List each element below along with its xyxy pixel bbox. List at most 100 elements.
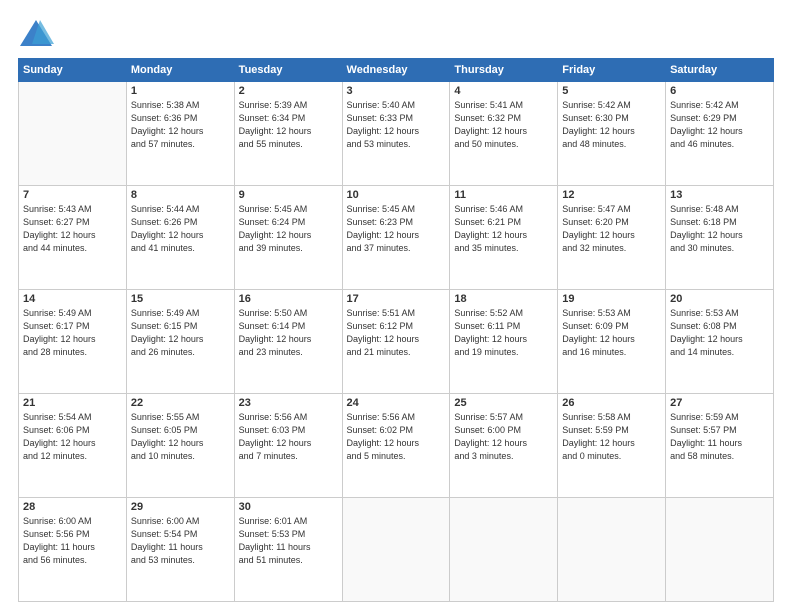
calendar-cell: 24Sunrise: 5:56 AM Sunset: 6:02 PM Dayli… — [342, 394, 450, 498]
calendar-week-row: 14Sunrise: 5:49 AM Sunset: 6:17 PM Dayli… — [19, 290, 774, 394]
day-info: Sunrise: 5:56 AM Sunset: 6:03 PM Dayligh… — [239, 411, 338, 463]
calendar-cell — [19, 82, 127, 186]
day-info: Sunrise: 5:39 AM Sunset: 6:34 PM Dayligh… — [239, 99, 338, 151]
calendar-cell: 28 Sunrise: 6:00 AM Sunset: 5:56 PM Dayli… — [19, 498, 127, 602]
day-info: Sunrise: 5:59 AM Sunset: 5:57 PM Dayligh… — [670, 411, 769, 463]
day-number: 19 — [562, 293, 661, 305]
calendar-cell: 18Sunrise: 5:52 AM Sunset: 6:11 PM Dayli… — [450, 290, 558, 394]
calendar-cell: 21Sunrise: 5:54 AM Sunset: 6:06 PM Dayli… — [19, 394, 127, 498]
calendar-cell: 16 Sunrise: 5:50 AM Sunset: 6:14 PM Dayli… — [234, 290, 342, 394]
calendar-cell: 8 Sunrise: 5:44 AM Sunset: 6:26 PM Daylig… — [126, 186, 234, 290]
day-info: Sunrise: 6:00 AM Sunset: 5:54 PM Dayligh… — [131, 515, 230, 567]
day-info: Sunrise: 5:50 AM Sunset: 6:14 PM Dayligh… — [239, 307, 338, 359]
calendar-cell: 13Sunrise: 5:48 AM Sunset: 6:18 PM Dayli… — [666, 186, 774, 290]
day-info: Sunrise: 5:46 AM Sunset: 6:21 PM Dayligh… — [454, 203, 553, 255]
day-info: Sunrise: 5:41 AM Sunset: 6:32 PM Dayligh… — [454, 99, 553, 151]
day-info: Sunrise: 5:47 AM Sunset: 6:20 PM Dayligh… — [562, 203, 661, 255]
calendar-cell — [558, 498, 666, 602]
day-info: Sunrise: 5:44 AM Sunset: 6:26 PM Dayligh… — [131, 203, 230, 255]
weekday-header: Saturday — [666, 59, 774, 82]
calendar-cell: 10 Sunrise: 5:45 AM Sunset: 6:23 PM Dayli… — [342, 186, 450, 290]
calendar-cell: 4Sunrise: 5:41 AM Sunset: 6:32 PM Daylig… — [450, 82, 558, 186]
calendar-week-row: 21Sunrise: 5:54 AM Sunset: 6:06 PM Dayli… — [19, 394, 774, 498]
calendar-cell: 1Sunrise: 5:38 AM Sunset: 6:36 PM Daylig… — [126, 82, 234, 186]
weekday-header: Tuesday — [234, 59, 342, 82]
page: SundayMondayTuesdayWednesdayThursdayFrid… — [0, 0, 792, 612]
calendar-cell: 29 Sunrise: 6:00 AM Sunset: 5:54 PM Dayli… — [126, 498, 234, 602]
day-info: Sunrise: 5:45 AM Sunset: 6:23 PM Dayligh… — [347, 203, 446, 255]
day-info: Sunrise: 5:57 AM Sunset: 6:00 PM Dayligh… — [454, 411, 553, 463]
day-number: 27 — [670, 397, 769, 409]
day-info: Sunrise: 5:51 AM Sunset: 6:12 PM Dayligh… — [347, 307, 446, 359]
calendar-cell: 7Sunrise: 5:43 AM Sunset: 6:27 PM Daylig… — [19, 186, 127, 290]
day-info: Sunrise: 5:40 AM Sunset: 6:33 PM Dayligh… — [347, 99, 446, 151]
day-number: 8 — [131, 189, 230, 201]
day-info: Sunrise: 5:42 AM Sunset: 6:29 PM Dayligh… — [670, 99, 769, 151]
weekday-header: Wednesday — [342, 59, 450, 82]
day-info: Sunrise: 5:42 AM Sunset: 6:30 PM Dayligh… — [562, 99, 661, 151]
day-number: 1 — [131, 85, 230, 97]
logo — [18, 18, 58, 48]
calendar-cell: 27 Sunrise: 5:59 AM Sunset: 5:57 PM Dayli… — [666, 394, 774, 498]
day-number: 29 — [131, 501, 230, 513]
calendar-cell — [666, 498, 774, 602]
calendar-cell: 6 Sunrise: 5:42 AM Sunset: 6:29 PM Daylig… — [666, 82, 774, 186]
day-info: Sunrise: 6:01 AM Sunset: 5:53 PM Dayligh… — [239, 515, 338, 567]
day-number: 12 — [562, 189, 661, 201]
day-info: Sunrise: 5:43 AM Sunset: 6:27 PM Dayligh… — [23, 203, 122, 255]
calendar-week-row: 28 Sunrise: 6:00 AM Sunset: 5:56 PM Dayli… — [19, 498, 774, 602]
day-number: 22 — [131, 397, 230, 409]
day-number: 15 — [131, 293, 230, 305]
day-number: 16 — [239, 293, 338, 305]
calendar-cell: 11 Sunrise: 5:46 AM Sunset: 6:21 PM Dayli… — [450, 186, 558, 290]
calendar-cell: 12 Sunrise: 5:47 AM Sunset: 6:20 PM Dayli… — [558, 186, 666, 290]
day-number: 5 — [562, 85, 661, 97]
weekday-header: Monday — [126, 59, 234, 82]
calendar-cell: 30 Sunrise: 6:01 AM Sunset: 5:53 PM Dayli… — [234, 498, 342, 602]
day-info: Sunrise: 5:58 AM Sunset: 5:59 PM Dayligh… — [562, 411, 661, 463]
day-number: 20 — [670, 293, 769, 305]
calendar-week-row: 1Sunrise: 5:38 AM Sunset: 6:36 PM Daylig… — [19, 82, 774, 186]
calendar-cell: 9 Sunrise: 5:45 AM Sunset: 6:24 PM Daylig… — [234, 186, 342, 290]
day-number: 23 — [239, 397, 338, 409]
header — [18, 18, 774, 48]
day-info: Sunrise: 5:45 AM Sunset: 6:24 PM Dayligh… — [239, 203, 338, 255]
day-info: Sunrise: 5:52 AM Sunset: 6:11 PM Dayligh… — [454, 307, 553, 359]
calendar-cell — [342, 498, 450, 602]
day-number: 28 — [23, 501, 122, 513]
calendar-cell: 22 Sunrise: 5:55 AM Sunset: 6:05 PM Dayli… — [126, 394, 234, 498]
calendar-cell: 20 Sunrise: 5:53 AM Sunset: 6:08 PM Dayli… — [666, 290, 774, 394]
day-info: Sunrise: 5:53 AM Sunset: 6:08 PM Dayligh… — [670, 307, 769, 359]
calendar-header-row: SundayMondayTuesdayWednesdayThursdayFrid… — [19, 59, 774, 82]
day-number: 30 — [239, 501, 338, 513]
day-number: 14 — [23, 293, 122, 305]
day-info: Sunrise: 5:53 AM Sunset: 6:09 PM Dayligh… — [562, 307, 661, 359]
calendar-cell: 19 Sunrise: 5:53 AM Sunset: 6:09 PM Dayli… — [558, 290, 666, 394]
weekday-header: Friday — [558, 59, 666, 82]
day-number: 21 — [23, 397, 122, 409]
day-number: 10 — [347, 189, 446, 201]
calendar-cell: 25 Sunrise: 5:57 AM Sunset: 6:00 PM Dayli… — [450, 394, 558, 498]
day-number: 11 — [454, 189, 553, 201]
weekday-header: Sunday — [19, 59, 127, 82]
calendar-cell: 3 Sunrise: 5:40 AM Sunset: 6:33 PM Daylig… — [342, 82, 450, 186]
day-number: 2 — [239, 85, 338, 97]
calendar-cell: 23 Sunrise: 5:56 AM Sunset: 6:03 PM Dayli… — [234, 394, 342, 498]
calendar-cell: 17 Sunrise: 5:51 AM Sunset: 6:12 PM Dayli… — [342, 290, 450, 394]
calendar-week-row: 7Sunrise: 5:43 AM Sunset: 6:27 PM Daylig… — [19, 186, 774, 290]
day-number: 13 — [670, 189, 769, 201]
day-number: 25 — [454, 397, 553, 409]
calendar-cell — [450, 498, 558, 602]
day-number: 17 — [347, 293, 446, 305]
day-info: Sunrise: 6:00 AM Sunset: 5:56 PM Dayligh… — [23, 515, 122, 567]
weekday-header: Thursday — [450, 59, 558, 82]
calendar-table: SundayMondayTuesdayWednesdayThursdayFrid… — [18, 58, 774, 602]
day-number: 26 — [562, 397, 661, 409]
calendar-cell: 14Sunrise: 5:49 AM Sunset: 6:17 PM Dayli… — [19, 290, 127, 394]
day-number: 6 — [670, 85, 769, 97]
day-number: 9 — [239, 189, 338, 201]
logo-icon — [18, 18, 54, 48]
day-info: Sunrise: 5:55 AM Sunset: 6:05 PM Dayligh… — [131, 411, 230, 463]
calendar-cell: 26 Sunrise: 5:58 AM Sunset: 5:59 PM Dayli… — [558, 394, 666, 498]
day-number: 3 — [347, 85, 446, 97]
